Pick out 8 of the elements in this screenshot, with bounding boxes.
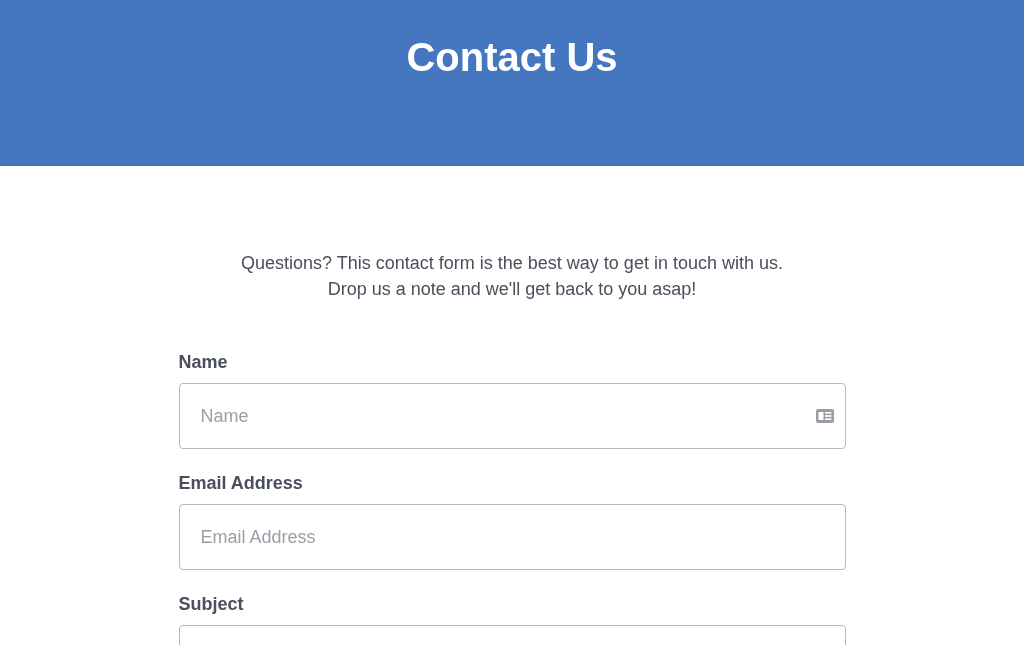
input-field[interactable]: Email Address — [178, 504, 846, 570]
field-label: Email Address — [178, 472, 303, 495]
intro-text: Drop us a note and we'll get back to you asap! — [327, 278, 697, 301]
intro-text: Questions? This contact form is the best way to get in touch with us. — [241, 252, 783, 275]
field-label: Name — [178, 351, 228, 374]
page-title: Contact Us — [406, 34, 618, 81]
input-field[interactable]: Name — [178, 383, 846, 449]
field-label: Subject — [178, 593, 244, 616]
